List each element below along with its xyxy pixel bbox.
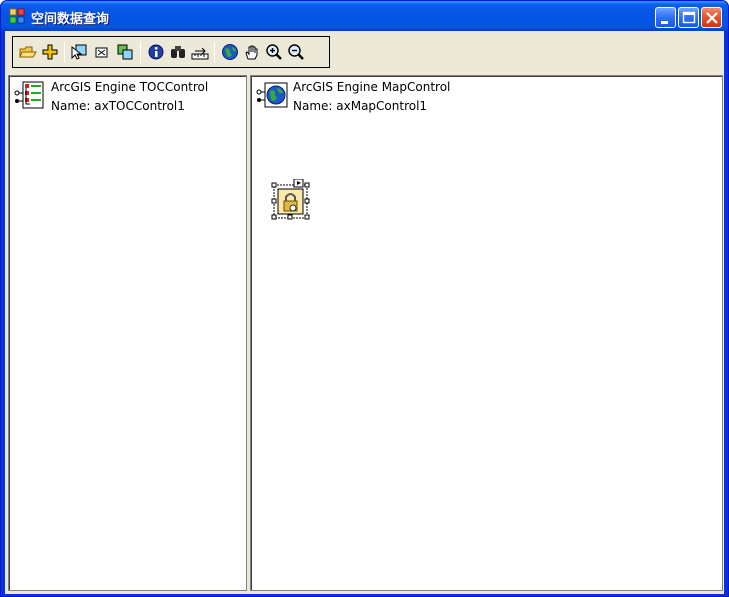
add-data-icon[interactable]: [41, 43, 59, 61]
toc-control-name: Name: axTOCControl1: [51, 99, 185, 113]
select-features-icon[interactable]: [70, 43, 88, 61]
close-icon: [706, 12, 718, 24]
map-control-pane[interactable]: ArcGIS Engine MapControl Name: axMapCont…: [250, 75, 723, 591]
find-icon[interactable]: [169, 43, 187, 61]
window-title: 空间数据查询: [31, 12, 110, 27]
title-bar[interactable]: 空间数据查询: [1, 1, 728, 31]
identify-icon[interactable]: [147, 43, 165, 61]
toolbar-separator: [64, 42, 65, 63]
toolbar-separator: [214, 42, 215, 63]
zoom-in-icon[interactable]: [265, 43, 283, 61]
zoom-out-icon[interactable]: [287, 43, 305, 61]
app-icon[interactable]: [9, 8, 25, 24]
minimize-button[interactable]: [655, 7, 676, 28]
select-by-graphics-icon[interactable]: [116, 43, 134, 61]
maximize-icon: [682, 11, 696, 24]
map-control-type: ArcGIS Engine MapControl: [293, 80, 451, 94]
measure-icon[interactable]: [191, 43, 209, 61]
open-document-icon[interactable]: [19, 43, 37, 61]
minimize-icon: [661, 21, 668, 24]
toc-control-type: ArcGIS Engine TOCControl: [51, 80, 209, 94]
maximize-button[interactable]: [678, 7, 699, 28]
map-control-icon: [255, 80, 289, 110]
toolbar-control: [12, 36, 330, 68]
form-client-area: ArcGIS Engine TOCControl Name: axTOCCont…: [5, 31, 724, 594]
select-elements-icon[interactable]: [93, 43, 111, 61]
close-button[interactable]: [701, 7, 722, 28]
full-extent-icon[interactable]: [221, 43, 239, 61]
license-control-icon[interactable]: [270, 178, 312, 221]
main-window: 空间数据查询 ArcGIS Engine TOCControl Name: ax…: [0, 0, 729, 597]
map-control-name: Name: axMapControl1: [293, 99, 428, 113]
pan-icon[interactable]: [243, 43, 261, 61]
toc-control-pane[interactable]: ArcGIS Engine TOCControl Name: axTOCCont…: [8, 75, 247, 591]
toolbar-separator: [140, 42, 141, 63]
toc-control-icon: [13, 80, 47, 110]
